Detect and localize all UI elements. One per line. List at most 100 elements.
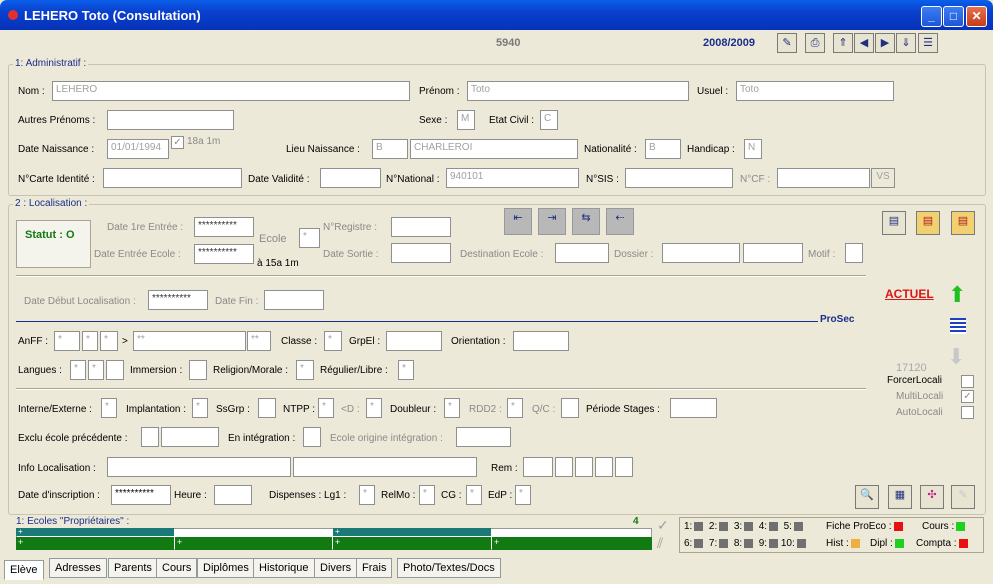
actuel-link[interactable]: ACTUEL [885,287,934,301]
immersion-field[interactable] [189,360,207,380]
edp-field[interactable]: * [515,485,531,505]
classe-field[interactable]: * [324,331,342,351]
date-debut-field[interactable]: ********** [148,290,208,310]
ssgrp-field[interactable] [258,398,276,418]
anff-field-5[interactable]: ** [247,331,271,351]
ecoles-cell-4[interactable]: + [175,537,332,550]
langue-field-3[interactable] [106,360,124,380]
lieu-field[interactable]: CHARLEROI [410,139,578,159]
vs-button[interactable]: VS [871,168,895,188]
dossier-field[interactable] [662,243,740,263]
anff-field-4[interactable]: ** [133,331,246,351]
nom-field[interactable]: LEHERO [52,81,410,101]
down-arrow-icon[interactable]: ⬇ [947,346,965,368]
ntpp-field[interactable]: * [318,398,334,418]
etat-civil-field[interactable]: C [540,110,558,130]
previous-record-icon[interactable]: ◀ [854,33,874,53]
rem-field-5[interactable] [615,457,633,477]
national-field[interactable]: 940101 [446,168,579,188]
tab-divers[interactable]: Divers [314,558,358,578]
tab-parents[interactable]: Parents [108,558,158,578]
lieu-code-field[interactable]: B [372,139,408,159]
slash-icon[interactable]: ⫽ [657,536,663,550]
registre-field[interactable] [391,217,451,237]
cg-field[interactable]: * [466,485,482,505]
list-icon[interactable]: ☰ [918,33,938,53]
sis-field[interactable] [625,168,733,188]
tab-historique[interactable]: Historique [253,558,315,578]
anff-field-2[interactable]: * [82,331,98,351]
orientation-field[interactable] [513,331,569,351]
periode-field[interactable] [670,398,717,418]
motif-field[interactable] [845,243,863,263]
exclu-field-1[interactable] [141,427,159,447]
autres-prenoms-field[interactable] [107,110,234,130]
lg1-field[interactable]: * [359,485,375,505]
multi-checkbox[interactable]: ✓ [961,390,974,403]
handicap-field[interactable]: N [744,139,762,159]
integration-field[interactable] [303,427,321,447]
check-icon[interactable]: ✓ [657,518,669,532]
grpel-field[interactable] [386,331,442,351]
exit-door-icon[interactable]: ⇤ [504,208,532,235]
regulier-field[interactable]: * [398,360,414,380]
close-button[interactable]: ✕ [966,6,987,27]
tab-frais[interactable]: Frais [356,558,393,578]
return-door-icon[interactable]: ⇠ [606,208,634,235]
enter-door-icon[interactable]: ⇥ [538,208,566,235]
cf-field[interactable] [777,168,870,188]
inscription-field[interactable]: ********** [111,485,171,505]
date-validite-field[interactable] [320,168,381,188]
list-lines-icon[interactable] [950,318,966,334]
ecoles-cell-6[interactable]: + [492,537,652,550]
tab-eleve[interactable]: Elève [4,560,44,580]
edit-disabled-icon[interactable]: ✎ [951,485,975,509]
anff-field-1[interactable]: * [54,331,80,351]
search-icon[interactable]: 🔍 [855,485,879,509]
network-icon[interactable]: ✣ [920,485,944,509]
ecole-origine-field[interactable] [456,427,511,447]
relmo-field[interactable]: * [419,485,435,505]
print-icon[interactable]: ⎙ [805,33,825,53]
rem-field-3[interactable] [575,457,593,477]
maximize-button[interactable]: □ [943,6,964,27]
date-fin-field[interactable] [264,290,324,310]
up-arrow-icon[interactable]: ⬆ [948,284,966,306]
forcer-checkbox[interactable] [961,375,974,388]
langue-field-2[interactable]: * [88,360,104,380]
implantation-field[interactable]: * [192,398,208,418]
langue-field-1[interactable]: * [70,360,86,380]
minimize-button[interactable]: _ [921,6,942,27]
auto-checkbox[interactable] [961,406,974,419]
rdd2-field[interactable]: * [507,398,523,418]
prenom-field[interactable]: Toto [467,81,689,101]
usuel-field[interactable]: Toto [736,81,894,101]
carte-identite-field[interactable] [103,168,242,188]
report-red-icon[interactable]: ▤ [951,211,975,235]
report-gray-icon[interactable]: ▤ [882,211,906,235]
report-orange-icon[interactable]: ▤ [916,211,940,235]
rem-field-4[interactable] [595,457,613,477]
religion-field[interactable]: * [296,360,314,380]
ecoles-cell-2[interactable]: + [333,528,491,536]
transfer-door-icon[interactable]: ⇆ [572,208,600,235]
age-checkbox[interactable]: ✓ [171,136,184,149]
next-record-icon[interactable]: ▶ [875,33,895,53]
nationalite-field[interactable]: B [645,139,681,159]
first-record-icon[interactable]: ⇑ [833,33,853,53]
ecoles-cell-1[interactable]: + [16,528,174,536]
ecoles-cell-5[interactable]: + [333,537,491,550]
ecole-field[interactable]: * [299,228,320,248]
tab-photo-textes-docs[interactable]: Photo/Textes/Docs [397,558,501,578]
exclu-field-2[interactable] [161,427,219,447]
dossier-field-2[interactable] [743,243,803,263]
rem-field-1[interactable] [523,457,553,477]
edit-icon[interactable]: ✎ [777,33,797,53]
heure-field[interactable] [214,485,252,505]
last-record-icon[interactable]: ⇓ [896,33,916,53]
info-localisation-field-1[interactable] [107,457,291,477]
ecoles-cell-3[interactable]: + [16,537,174,550]
tab-diplomes[interactable]: Diplômes [197,558,255,578]
lt-d-field[interactable]: * [366,398,382,418]
date-entree-ecole-field[interactable]: ********** [194,244,254,264]
